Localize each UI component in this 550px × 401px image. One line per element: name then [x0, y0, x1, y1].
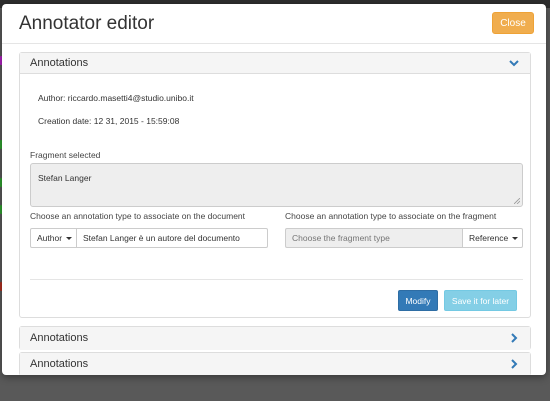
doc-type-label: Choose an annotation type to associate o…	[30, 211, 246, 221]
fragment-selected-label: Fragment selected	[30, 150, 101, 160]
caret-down-icon	[512, 236, 519, 240]
panel-divider	[30, 279, 523, 280]
save-for-later-button[interactable]: Save it for later	[444, 290, 517, 311]
panel-title: Annotations	[30, 358, 89, 370]
frag-type-label: Choose an annotation type to associate o…	[285, 211, 497, 221]
chevron-right-icon[interactable]	[508, 358, 520, 370]
frag-type-selected: Reference	[469, 233, 509, 243]
doc-type-dropdown[interactable]: Author	[30, 228, 77, 248]
author-line: Author: riccardo.masetti4@studio.unibo.i…	[38, 93, 194, 103]
frag-type-dropdown[interactable]: Reference	[462, 228, 523, 248]
panel-heading[interactable]: Annotations	[20, 327, 530, 350]
resize-handle-icon[interactable]	[514, 198, 520, 204]
caret-down-icon	[66, 236, 73, 240]
annotations-panel-2[interactable]: Annotations	[19, 326, 531, 350]
doc-type-selected: Author	[37, 233, 63, 243]
annotations-panel-3[interactable]: Annotations	[19, 352, 531, 375]
panel-title: Annotations	[30, 57, 89, 69]
annotator-editor-modal: Annotator editor Close Annotations Autho…	[2, 4, 546, 375]
annotations-panel-1: Annotations Author: riccardo.masetti4@st…	[19, 52, 531, 318]
modal-header: Annotator editor Close	[2, 4, 546, 44]
doc-annotation-input[interactable]	[77, 228, 268, 248]
creation-date-line: Creation date: 12 31, 2015 - 15:59:08	[38, 116, 180, 126]
chevron-down-icon[interactable]	[508, 57, 520, 69]
chevron-right-icon[interactable]	[508, 332, 520, 344]
fragment-textarea[interactable]: Stefan Langer	[30, 163, 523, 207]
frag-type-input	[285, 228, 462, 248]
panel-title: Annotations	[30, 332, 89, 344]
close-button[interactable]: Close	[492, 12, 534, 34]
doc-annotation-group: Author	[30, 228, 268, 248]
panel-heading[interactable]: Annotations	[20, 53, 530, 74]
modal-title: Annotator editor	[19, 13, 155, 34]
frag-annotation-group: Reference	[285, 228, 523, 248]
modify-button[interactable]: Modify	[398, 290, 438, 311]
fragment-text: Stefan Langer	[38, 173, 92, 183]
panel-heading[interactable]: Annotations	[20, 353, 530, 375]
